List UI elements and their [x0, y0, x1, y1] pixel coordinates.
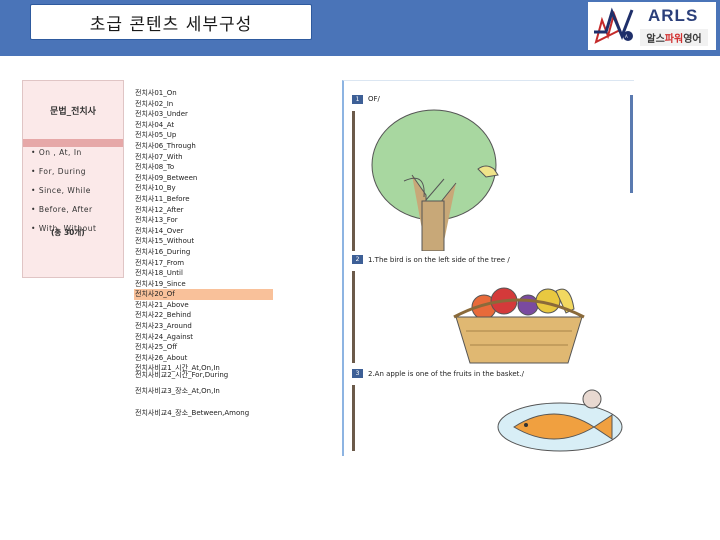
lesson-item[interactable]: 전치사19_Since [134, 279, 274, 290]
lesson-list: 전치사01_On 전치사02_In 전치사03_Under 전치사04_At 전… [134, 88, 274, 374]
page-title: 초급 콘텐츠 세부구성 [30, 4, 312, 40]
lesson-item[interactable]: 전치사25_Off [134, 342, 274, 353]
unit-group-list: • On , At, In • For, During • Since, Whi… [31, 143, 96, 238]
logo-chart-icon: A [594, 7, 634, 44]
lesson-item[interactable]: 전치사17_From [134, 258, 274, 269]
lesson-item[interactable]: 전치사04_At [134, 120, 274, 131]
lesson-item[interactable]: 전치사08_To [134, 162, 274, 173]
svg-text:A: A [625, 34, 628, 39]
comparison-item[interactable]: 전치사비교2_시간_For,During [134, 367, 274, 383]
lesson-item[interactable]: 전치사03_Under [134, 109, 274, 120]
lesson-item[interactable]: 전치사16_During [134, 247, 274, 258]
item-number-badge: 2 [352, 255, 363, 264]
lesson-item[interactable]: 전치사12_After [134, 205, 274, 216]
scene-strip [352, 385, 355, 451]
logo-subtitle: 알스 파워 영어 [640, 29, 708, 46]
lesson-item[interactable]: 전치사02_In [134, 99, 274, 110]
fish-plate-illustration [497, 389, 623, 452]
lesson-item[interactable]: 전치사06_Through [134, 141, 274, 152]
item-text: 1.The bird is on the left side of the tr… [368, 256, 510, 264]
lesson-item[interactable]: 전치사14_Over [134, 226, 274, 237]
comparison-item[interactable]: 전치사비교3_장소_At,On,In [134, 383, 274, 399]
scene-strip [352, 111, 355, 251]
lesson-item[interactable]: 전치사21_Above [134, 300, 274, 311]
lesson-item[interactable]: 전치사22_Behind [134, 310, 274, 321]
lesson-item[interactable]: 전치사09_Between [134, 173, 274, 184]
tree-illustration [371, 109, 499, 251]
unit-group-item: • For, During [31, 167, 87, 176]
lesson-item[interactable]: 전치사23_Around [134, 321, 274, 332]
unit-group-item: • On , At, In [31, 148, 82, 157]
scene-strip [352, 271, 355, 363]
item-number-badge: 1 [352, 95, 363, 104]
lesson-item[interactable]: 전치사26_About [134, 353, 274, 364]
unit-group-item: • Before, After [31, 205, 93, 214]
item-number-badge: 3 [352, 369, 363, 378]
unit-title: 문법_전치사 [50, 106, 96, 117]
lesson-item[interactable]: 전치사01_On [134, 88, 274, 99]
scrollbar[interactable] [630, 95, 633, 193]
item-text: 2.An apple is one of the fruits in the b… [368, 370, 525, 378]
fruit-basket-illustration [453, 287, 585, 364]
lesson-item[interactable]: 전치사15_Without [134, 236, 274, 247]
lesson-item[interactable]: 전치사18_Until [134, 268, 274, 279]
logo: A ARLS 알스 파워 영어 [588, 2, 716, 50]
comparison-item[interactable]: 전치사비교4_장소_Between,Among [134, 405, 274, 421]
unit-count: (총 30개) [51, 228, 85, 237]
lesson-item[interactable]: 전치사24_Against [134, 332, 274, 343]
lesson-item[interactable]: 전치사10_By [134, 183, 274, 194]
comparison-list: 전치사비교2_시간_For,During 전치사비교3_장소_At,On,In … [134, 367, 274, 421]
lesson-item[interactable]: 전치사11_Before [134, 194, 274, 205]
lesson-item[interactable]: 전치사13_For [134, 215, 274, 226]
lesson-preview: 1 OF/ 2 1.The bird is on the left side o… [342, 80, 634, 456]
logo-brand: ARLS [648, 6, 699, 25]
unit-panel: 문법_전치사 • On , At, In • For, During • Sin… [22, 80, 124, 278]
lesson-item[interactable]: 전치사07_With [134, 152, 274, 163]
item-text: OF/ [368, 95, 380, 103]
unit-group-item: • Since, While [31, 186, 91, 195]
lesson-item[interactable]: 전치사05_Up [134, 130, 274, 141]
lesson-item-selected[interactable]: 전치사20_Of [134, 289, 273, 300]
